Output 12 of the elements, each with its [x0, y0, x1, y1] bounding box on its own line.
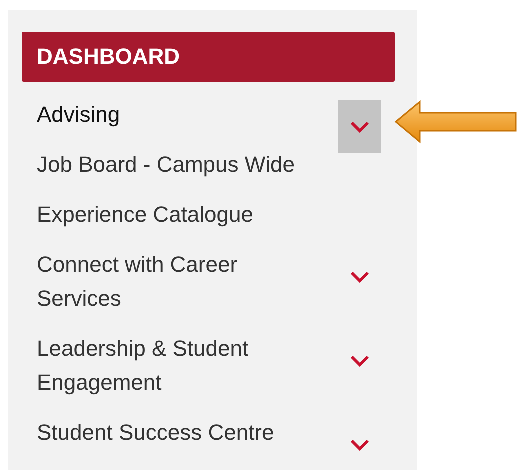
menu-item[interactable]: Advising	[37, 98, 323, 132]
menu-item[interactable]: Connect with Career Services	[37, 248, 323, 316]
menu-item[interactable]: Student Success Centre	[37, 416, 323, 450]
chevron-down-icon	[350, 120, 370, 132]
dashboard-header[interactable]: DASHBOARD	[22, 32, 395, 82]
menu-item[interactable]: Leadership & Student Engagement	[37, 332, 323, 400]
menu-item[interactable]: Job Board - Campus Wide	[37, 148, 323, 182]
expand-button[interactable]	[338, 100, 381, 153]
chevron-down-icon	[350, 270, 370, 282]
menu-item[interactable]: Experience Catalogue	[37, 198, 323, 232]
chevron-down-icon	[350, 354, 370, 366]
chevron-down-icon	[350, 438, 370, 450]
